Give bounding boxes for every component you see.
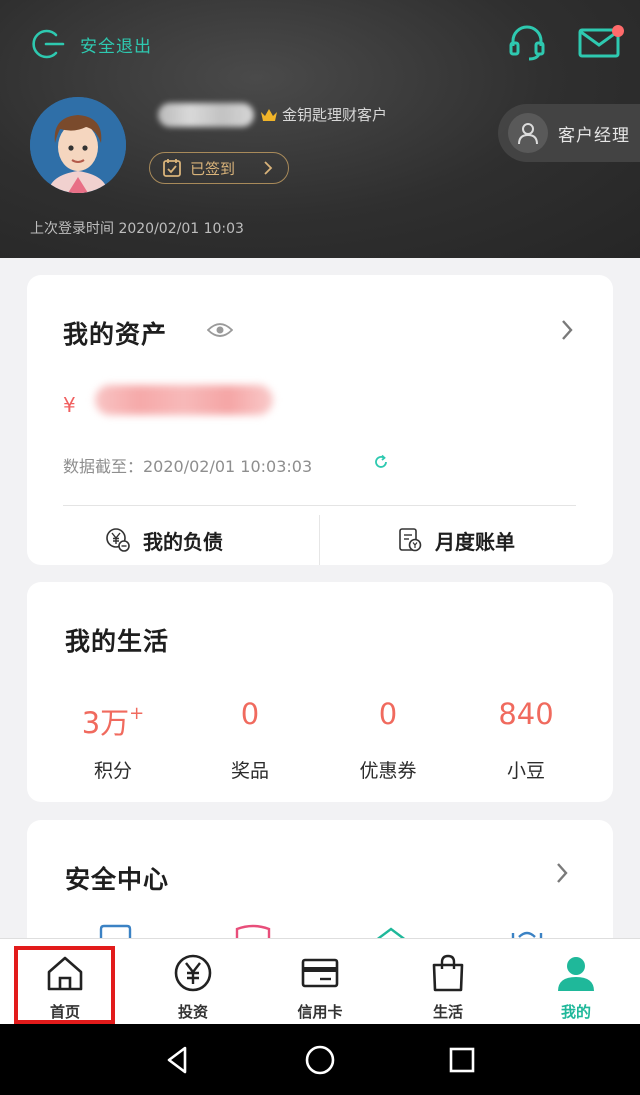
signin-button[interactable]: 已签到 [149,152,289,184]
manager-avatar [508,113,548,153]
power-icon [32,29,65,59]
customer-tier-label: 金钥匙理财客户 [282,106,388,124]
logout-label: 安全退出 [80,36,152,57]
yen-circle-icon [174,954,212,992]
life-card: 我的生活 3万+ 积分 0 奖品 0 优惠券 840 小豆 [27,582,613,802]
account-manager-button[interactable]: 客户经理 [498,104,640,162]
my-debt-button[interactable]: 我的负债 [105,515,223,565]
data-as-of: 数据截至：2020/02/01 10:03:03 [63,457,313,476]
divider [63,505,576,506]
coupons-label: 优惠券 [359,760,417,782]
my-debt-label: 我的负债 [143,529,223,554]
user-outline-icon [518,123,538,145]
beans-stat[interactable]: 840 小豆 [466,694,586,783]
tab-life-label: 生活 [432,1003,463,1021]
home-nav-button[interactable] [280,1024,360,1095]
tab-life[interactable]: 生活 [393,939,503,1025]
tab-credit-card-label: 信用卡 [297,1003,343,1021]
back-button[interactable] [138,1024,218,1095]
tab-credit-card[interactable]: 信用卡 [265,939,375,1025]
security-title: 安全中心 [65,865,170,894]
credit-card-icon [301,958,339,988]
tab-investment-label: 投资 [177,1003,208,1021]
yen-coins-icon [106,528,130,552]
tab-investment[interactable]: 投资 [138,939,248,1025]
system-nav-bar [0,1024,640,1095]
monthly-bill-label: 月度账单 [435,529,515,554]
avatar[interactable] [30,97,126,193]
chevron-right-icon[interactable] [555,862,569,884]
shopping-bag-icon [432,954,464,992]
assets-card: 我的资产 ¥ 数据截至：2020/02/01 10:03:03 我的负债 月度账… [27,275,613,565]
home-circle-icon [305,1045,335,1074]
crown-icon [261,108,277,121]
mail-icon[interactable] [578,22,626,62]
logout-button[interactable]: 安全退出 [30,26,152,62]
assets-title: 我的资产 [63,320,168,349]
avatar-illustration [30,97,126,193]
tab-mine[interactable]: 我的 [521,939,631,1025]
coupons-stat[interactable]: 0 优惠券 [328,694,448,783]
points-label: 积分 [93,760,132,782]
person-icon [558,957,594,991]
eye-icon[interactable] [207,321,233,339]
currency-symbol: ¥ [63,393,76,417]
coupons-value: 0 [378,697,398,731]
total-assets-blurred [95,385,273,415]
prizes-label: 奖品 [230,760,269,782]
life-title: 我的生活 [65,627,170,656]
headset-icon[interactable] [507,22,547,62]
beans-value: 840 [498,697,554,731]
bill-icon [399,528,422,552]
prizes-stat[interactable]: 0 奖品 [190,694,310,783]
beans-label: 小豆 [506,760,545,782]
divider [319,515,320,565]
last-login-time: 上次登录时间 2020/02/01 10:03 [30,221,244,237]
chevron-right-icon [264,161,273,175]
username-blurred [158,103,254,127]
points-stat[interactable]: 3万+ 积分 [53,694,173,783]
chevron-right-icon[interactable] [560,319,574,341]
recents-square-icon [449,1047,475,1072]
calendar-check-icon [163,159,181,177]
points-value: 3万+ [81,703,145,740]
back-triangle-icon [167,1046,187,1073]
profile-header: 安全退出 金钥匙理财客户 已签到 客户经理 上次登录时间 2020/02/01 … [0,0,640,258]
monthly-bill-button[interactable]: 月度账单 [397,515,515,565]
highlight-box [14,946,115,1024]
customer-tier: 金钥匙理财客户 [260,104,387,125]
tab-mine-label: 我的 [560,1003,591,1021]
prizes-value: 0 [240,697,260,731]
account-manager-label: 客户经理 [558,125,630,146]
refresh-icon[interactable] [373,454,389,470]
signin-label: 已签到 [190,159,236,178]
recents-button[interactable] [422,1024,502,1095]
